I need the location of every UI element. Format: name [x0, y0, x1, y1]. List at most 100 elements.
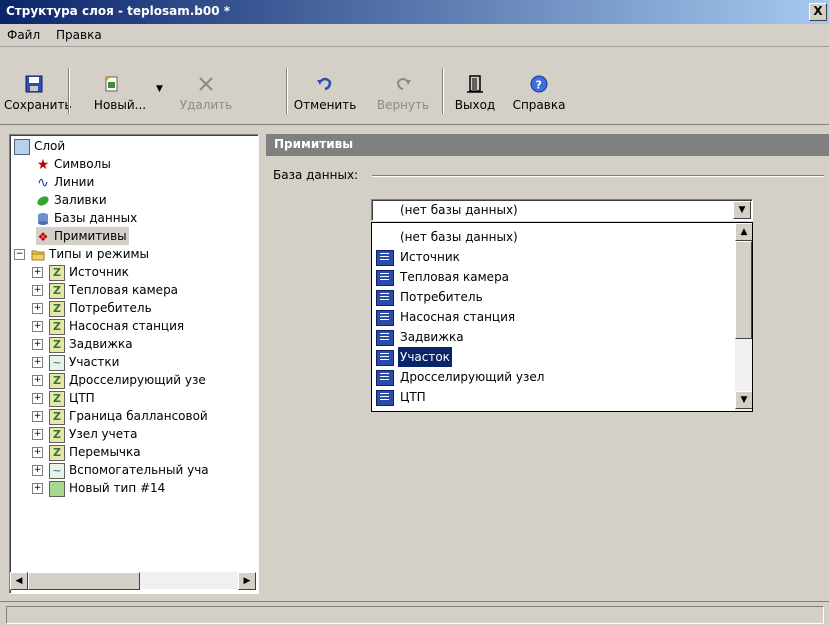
- star-icon: ★: [36, 156, 50, 173]
- layer-icon: [14, 138, 30, 155]
- folder-open-icon: [31, 248, 45, 262]
- table-icon: [376, 330, 394, 346]
- dropdown-option[interactable]: Насосная станция: [372, 307, 732, 327]
- collapse-icon[interactable]: −: [14, 249, 25, 260]
- scroll-thumb[interactable]: [28, 572, 140, 590]
- tree-type-item[interactable]: + ~ Участки: [32, 353, 119, 371]
- expand-icon[interactable]: +: [32, 465, 43, 476]
- type-icon: Z: [49, 444, 65, 461]
- dropdown-vertical-scrollbar[interactable]: ▲ ▼: [735, 223, 752, 411]
- chevron-down-icon[interactable]: ▼: [733, 201, 751, 219]
- tree-item-fills[interactable]: Заливки: [36, 191, 107, 209]
- combobox-value: (нет базы данных): [400, 203, 518, 217]
- tree-type-item[interactable]: + Z Источник: [32, 263, 129, 281]
- save-button[interactable]: Сохранить: [4, 68, 72, 122]
- dropdown-option[interactable]: Источник: [372, 247, 732, 267]
- tree-type-item[interactable]: + Z Насосная станция: [32, 317, 184, 335]
- tree-type-item[interactable]: + Новый тип #14: [32, 479, 165, 497]
- tree-type-item[interactable]: + Z ЦТП: [32, 389, 95, 407]
- undo-button[interactable]: Отменить: [292, 68, 358, 122]
- type-icon: Z: [49, 336, 65, 353]
- line-type-icon: ~: [49, 354, 65, 371]
- expand-icon[interactable]: +: [32, 393, 43, 404]
- svg-text:✦: ✦: [104, 74, 111, 83]
- database-dropdown-list[interactable]: (нет базы данных) Источник Тепловая каме…: [371, 222, 753, 412]
- fill-icon: [36, 194, 50, 208]
- expand-icon[interactable]: +: [32, 447, 43, 458]
- database-label: База данных:: [273, 168, 359, 182]
- status-bar: [0, 601, 829, 626]
- menu-bar: Файл Правка: [0, 24, 829, 47]
- expand-icon[interactable]: +: [32, 483, 43, 494]
- save-icon: [24, 74, 44, 94]
- table-icon: [376, 290, 394, 306]
- tree-type-item[interactable]: + Z Перемычка: [32, 443, 141, 461]
- scroll-thumb[interactable]: [735, 241, 752, 339]
- chevron-down-icon[interactable]: ▼: [156, 84, 163, 94]
- scroll-right-icon[interactable]: ▶: [238, 572, 256, 590]
- svg-text:?: ?: [536, 79, 542, 92]
- tree-type-item[interactable]: + Z Задвижка: [32, 335, 133, 353]
- scroll-up-icon[interactable]: ▲: [735, 223, 752, 241]
- type-icon: Z: [49, 426, 65, 443]
- database-combobox[interactable]: (нет базы данных) ▼: [371, 199, 753, 221]
- tree-horizontal-scrollbar[interactable]: ◀ ▶: [10, 572, 256, 590]
- tree-type-item[interactable]: + Z Дросселирующий узе: [32, 371, 206, 389]
- type-icon: Z: [49, 390, 65, 407]
- dropdown-option[interactable]: Тепловая камера: [372, 267, 732, 287]
- table-icon: [376, 250, 394, 266]
- type-icon: Z: [49, 372, 65, 389]
- type-icon: Z: [49, 264, 65, 281]
- scroll-down-icon[interactable]: ▼: [735, 391, 752, 409]
- group-divider: [372, 175, 824, 177]
- menu-file[interactable]: Файл: [7, 28, 40, 42]
- expand-icon[interactable]: +: [32, 303, 43, 314]
- fill-type-icon: [49, 480, 65, 497]
- primitives-icon: ❖: [37, 229, 49, 244]
- table-icon: [376, 310, 394, 326]
- tree-root[interactable]: Слой: [14, 137, 65, 155]
- dropdown-option[interactable]: Потребитель: [372, 287, 732, 307]
- exit-button[interactable]: Выход: [450, 68, 500, 122]
- close-button[interactable]: X: [809, 3, 827, 21]
- expand-icon[interactable]: +: [32, 375, 43, 386]
- table-icon: [376, 390, 394, 406]
- delete-button[interactable]: Удалить: [178, 68, 234, 122]
- expand-icon[interactable]: +: [32, 357, 43, 368]
- tree-type-item[interactable]: + Z Узел учета: [32, 425, 137, 443]
- type-icon: Z: [49, 408, 65, 425]
- dropdown-option-selected[interactable]: Участок: [372, 347, 732, 367]
- expand-icon[interactable]: +: [32, 285, 43, 296]
- expand-icon[interactable]: +: [32, 411, 43, 422]
- scroll-left-icon[interactable]: ◀: [10, 572, 28, 590]
- tree-type-item[interactable]: + ~ Вспомогательный уча: [32, 461, 209, 479]
- tree-types-root[interactable]: − Типы и режимы: [14, 245, 149, 263]
- expand-icon[interactable]: +: [32, 321, 43, 332]
- redo-button[interactable]: Вернуть: [372, 68, 434, 122]
- tree-type-item[interactable]: + Z Потребитель: [32, 299, 152, 317]
- status-field: [6, 606, 824, 624]
- table-icon: [376, 350, 394, 366]
- expand-icon[interactable]: +: [32, 339, 43, 350]
- expand-icon[interactable]: +: [32, 267, 43, 278]
- undo-icon: [315, 74, 335, 94]
- panel-title: Примитивы: [274, 137, 354, 151]
- help-button[interactable]: ? Справка: [512, 68, 566, 122]
- tree-item-symbols[interactable]: ★ Символы: [36, 155, 111, 173]
- dropdown-option[interactable]: Дросселирующий узел: [372, 367, 732, 387]
- expand-icon[interactable]: +: [32, 429, 43, 440]
- dropdown-option[interactable]: Задвижка: [372, 327, 732, 347]
- layer-tree[interactable]: Слой ★ Символы ∿ Линии Заливки Базы данных…: [9, 134, 259, 594]
- tree-item-lines[interactable]: ∿ Линии: [36, 173, 94, 191]
- dropdown-option[interactable]: (нет базы данных): [372, 227, 732, 247]
- tree-type-item[interactable]: + Z Граница баллансовой: [32, 407, 208, 425]
- panel-header: Примитивы: [266, 134, 829, 156]
- new-button[interactable]: ✦ Новый... ▼: [74, 68, 166, 122]
- toolbar: Сохранить ✦ Новый... ▼ Удалить Отменить …: [0, 60, 829, 125]
- tree-type-item[interactable]: + Z Тепловая камера: [32, 281, 178, 299]
- type-icon: Z: [49, 318, 65, 335]
- menu-edit[interactable]: Правка: [56, 28, 102, 42]
- tree-item-databases[interactable]: Базы данных: [36, 209, 137, 227]
- tree-item-primitives[interactable]: ❖ Примитивы: [36, 227, 129, 245]
- dropdown-option[interactable]: ЦТП: [372, 387, 732, 407]
